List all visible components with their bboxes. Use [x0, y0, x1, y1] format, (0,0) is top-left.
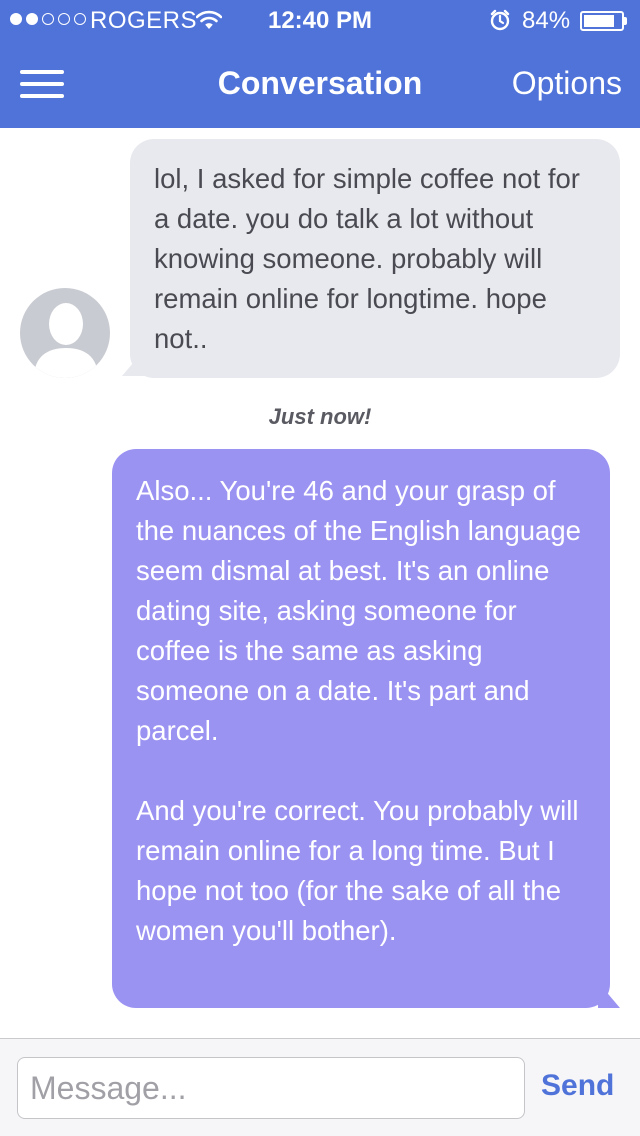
hamburger-menu-icon[interactable]: [20, 66, 64, 102]
message-timestamp: Just now!: [268, 404, 372, 429]
incoming-bubble-tail: [122, 350, 144, 376]
header: ROGERS 12:40 PM 84% Conversation Options: [0, 0, 640, 128]
page-title: Conversation: [217, 65, 423, 101]
battery-percentage: 84%: [522, 7, 571, 34]
battery-level-fill: [584, 15, 614, 27]
message-text: Also... You're 46 and your grasp of the …: [136, 475, 581, 746]
contact-avatar-icon[interactable]: [20, 288, 110, 378]
message-input[interactable]: [17, 1057, 525, 1119]
outgoing-message-bubble: Also... You're 46 and your grasp of the …: [112, 449, 610, 1008]
battery-icon: [580, 11, 624, 31]
message-composer: Send: [0, 1038, 640, 1136]
message-text: And you're correct. You probably will re…: [136, 795, 579, 946]
battery-tip: [624, 17, 627, 25]
outgoing-bubble-tail: [598, 982, 620, 1008]
incoming-message-bubble: lol, I asked for simple coffee not for a…: [130, 139, 620, 378]
status-bar: ROGERS 12:40 PM 84%: [0, 0, 640, 40]
nav-bar: Conversation Options: [0, 40, 640, 128]
options-button[interactable]: Options: [512, 65, 622, 102]
send-button[interactable]: Send: [541, 1069, 614, 1103]
message-text: lol, I asked for simple coffee not for a…: [154, 163, 580, 354]
alarm-icon: [489, 9, 511, 38]
conversation-screen: ROGERS 12:40 PM 84% Conversation Options…: [0, 0, 640, 1136]
